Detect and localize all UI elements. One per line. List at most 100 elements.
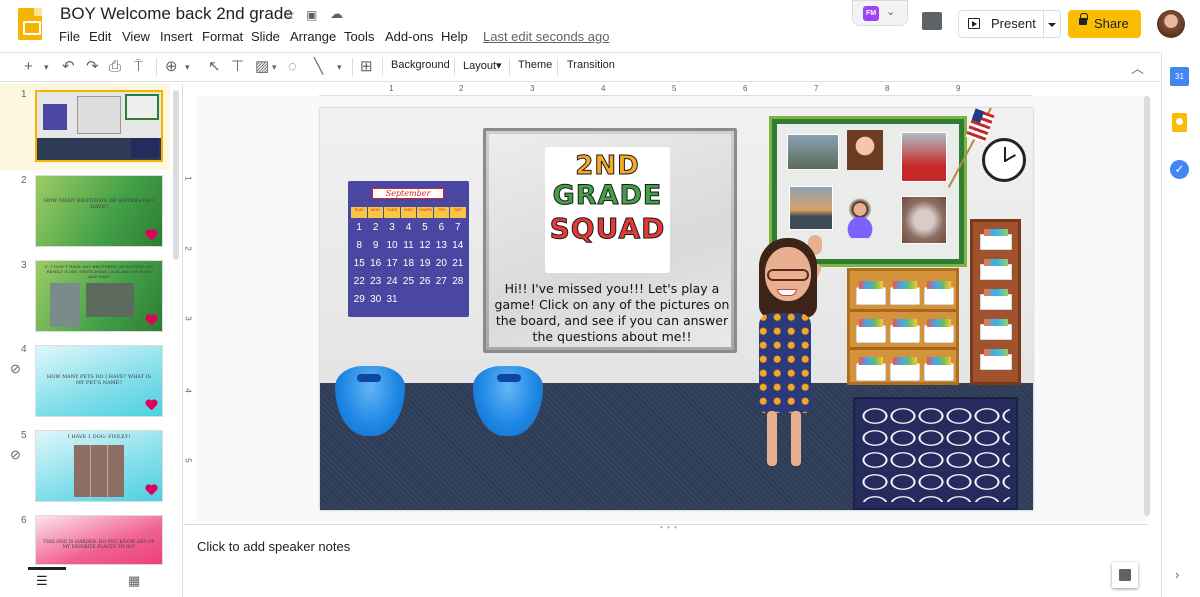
grade-squad-logo[interactable]: 2ND GRADE SQUAD [545,147,670,273]
chevron-right-icon[interactable]: › [1175,567,1179,582]
image-icon[interactable]: ▨ [255,57,269,77]
logo-line-3: SQUAD [549,212,666,246]
menu-addons[interactable]: Add-ons [385,29,433,44]
tall-book-shelf [970,219,1021,385]
slide-thumbnail-5[interactable]: I have 1 dog- Finley! [35,430,163,502]
print-icon[interactable]: ⎙ [109,57,121,77]
transition-button[interactable]: Transition [567,59,615,71]
thumb-photo [86,283,134,317]
redo-icon[interactable]: ↷ [86,57,99,77]
filmstrip-view-icon[interactable]: ☰ [36,573,48,589]
calendar-date: 20 [435,258,447,269]
photo-bitmoji-headphones[interactable] [847,130,883,170]
book-bin [980,319,1012,340]
calendar-date: 21 [452,258,464,269]
collapse-menus-icon[interactable]: ︿ [1131,58,1144,77]
menu-insert[interactable]: Insert [160,29,193,44]
ruler-mark: 7 [814,84,819,93]
slides-logo-icon[interactable] [18,8,42,40]
lock-icon [1079,13,1088,25]
slide-number: 4 [21,344,27,355]
speaker-notes-panel[interactable] [184,524,1149,597]
weekday-label: MON [367,207,384,218]
menu-format[interactable]: Format [202,29,243,44]
shape-icon[interactable]: ◌ [288,57,297,77]
calendar-date: 13 [435,240,447,251]
calendar-month: September [372,188,444,199]
calendar-date: 17 [386,258,398,269]
photo-family[interactable] [787,134,839,170]
thumb-title: How many pets do I have? What is my pet'… [46,374,152,386]
photo-couple[interactable] [901,132,947,182]
background-button[interactable]: Background [391,59,450,71]
calendar-date: 27 [435,276,447,287]
chair-handle [497,374,521,382]
menu-view[interactable]: View [122,29,150,44]
line-dropdown-icon[interactable]: ▾ [337,57,342,77]
calendar-icon[interactable]: 31 [1170,67,1189,86]
tasks-icon[interactable]: ✓ [1170,160,1189,179]
wall-clock [982,138,1026,182]
grid-view-icon[interactable]: ▦ [128,573,140,589]
image-dropdown-icon[interactable]: ▾ [272,57,277,77]
move-folder-icon[interactable]: ▣ [306,8,317,22]
slide-thumbnail-1[interactable] [35,90,163,162]
book-bin [980,289,1012,310]
layout-button[interactable]: Layout▾ [463,59,502,72]
keep-icon[interactable] [1172,113,1187,132]
toolbar-divider [156,58,157,76]
board-message-text: Hi!! I've missed you!!! Let's play a gam… [494,281,730,344]
menu-slide[interactable]: Slide [251,29,280,44]
whiteboard[interactable]: 2ND GRADE SQUAD Hi!! I've missed you!!! … [483,128,737,353]
ruler-mark: 2 [459,84,464,93]
menu-help[interactable]: Help [441,29,468,44]
speaker-notes-input[interactable]: Click to add speaker notes [197,539,350,554]
explore-icon[interactable] [1112,562,1138,588]
text-box-icon[interactable]: ⊤ [231,57,244,77]
teacher-bitmoji[interactable] [739,233,849,473]
paint-format-icon[interactable]: ⍑ [134,57,143,77]
zoom-icon[interactable]: ⊕ [165,57,178,77]
menu-edit[interactable]: Edit [89,29,111,44]
menu-file[interactable]: File [59,29,80,44]
cloud-status-icon[interactable]: ☁ [330,6,343,22]
calendar-date: 6 [438,222,445,233]
menu-tools[interactable]: Tools [344,29,374,44]
undo-icon[interactable]: ↶ [62,57,75,77]
link-icon: ⊘ [10,361,21,376]
new-slide-dropdown-icon[interactable]: ▾ [44,57,49,77]
vertical-ruler[interactable]: 1 2 3 4 5 [184,84,196,524]
calendar-date: 10 [386,240,398,251]
ruler-mark: 5 [183,458,193,463]
slide-thumbnail-4[interactable]: How many pets do I have? What is my pet'… [35,345,163,417]
addon-menu-button[interactable]: FM ⌄ [852,0,908,26]
slide-thumbnail-3[interactable]: 0 - I don't have any brothers or sisters… [35,260,163,332]
add-comment-icon[interactable]: ⊞ [360,57,373,77]
notes-resize-handle[interactable]: • • • [660,523,678,532]
new-slide-icon[interactable]: + [24,57,33,77]
theme-button[interactable]: Theme [518,59,552,71]
slide-thumbnail-2[interactable]: How many brothers or sisters do I have? [35,175,163,247]
comment-history-icon[interactable] [922,12,942,30]
canvas-scrollbar[interactable] [1144,96,1150,516]
calendar-date: 1 [356,222,362,233]
slide-thumbnail-6[interactable]: This one is harder- do you know any of m… [35,515,163,565]
document-title[interactable]: BOY Welcome back 2nd grade [60,4,293,24]
present-dropdown-button[interactable] [1043,10,1061,38]
line-icon[interactable]: ╲ [314,57,323,77]
photo-bitmoji-reading[interactable] [841,194,879,238]
last-edit-link[interactable]: Last edit seconds ago [483,29,609,44]
select-tool-icon[interactable]: ↖ [208,57,221,77]
photo-dog[interactable] [901,196,947,244]
user-avatar[interactable] [1157,10,1185,38]
menu-arrange[interactable]: Arrange [290,29,336,44]
filmstrip-scrollbar[interactable] [173,90,179,260]
bitmoji-dress [759,313,811,413]
star-icon[interactable]: ☆ [283,6,296,23]
calendar-poster[interactable]: September SUN MON TUES WED THURS FRI SAT… [348,181,469,317]
zoom-dropdown-icon[interactable]: ▾ [185,57,190,77]
horizontal-ruler[interactable]: 1 2 3 4 5 6 7 8 9 [319,84,1032,96]
slide-editor[interactable]: September SUN MON TUES WED THURS FRI SAT… [320,108,1033,510]
calendar-date: 25 [402,276,415,287]
photo-sunset[interactable] [789,186,833,230]
